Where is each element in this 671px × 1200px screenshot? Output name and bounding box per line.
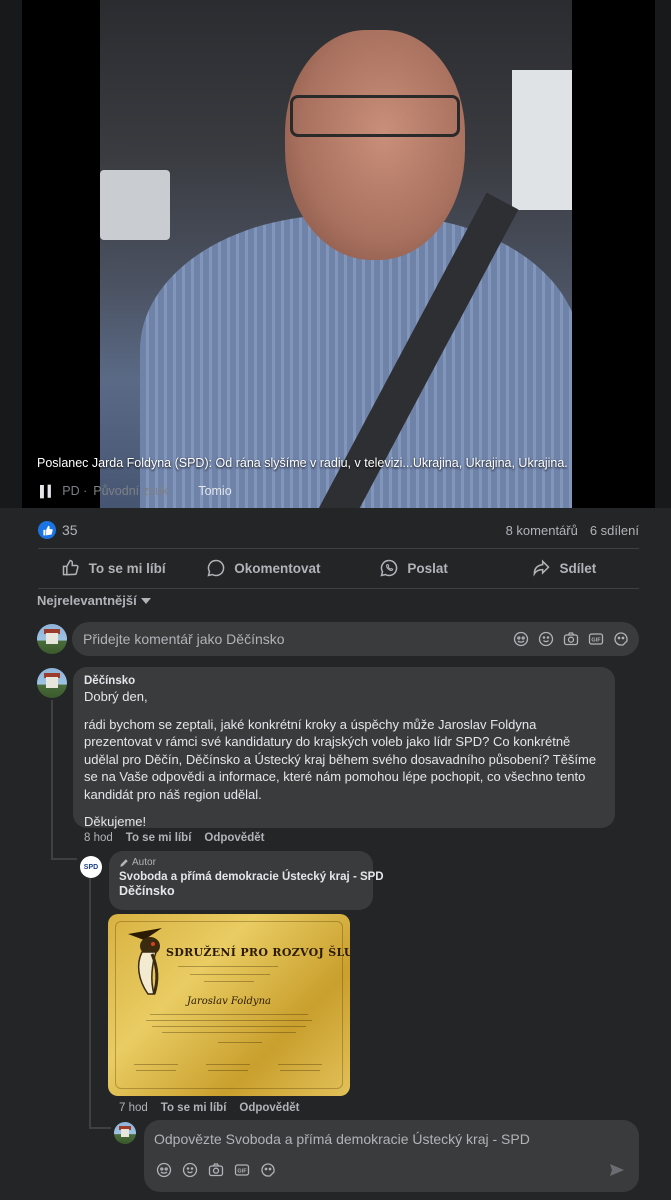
comment-meta: 8 hod To se mi líbí Odpovědět xyxy=(84,832,264,844)
share-button[interactable]: Sdílet xyxy=(489,558,639,578)
reply-meta: 7 hod To se mi líbí Odpovědět xyxy=(119,1102,299,1114)
reply-input-placeholder[interactable]: Odpovězte Svoboda a přímá demokracie Úst… xyxy=(154,1131,530,1147)
like-button[interactable]: To se mi líbí xyxy=(38,558,188,578)
comment-input-placeholder[interactable]: Přidejte komentář jako Děčínsko xyxy=(83,631,513,647)
share-button-label: Sdílet xyxy=(559,560,597,576)
send-button[interactable]: Poslat xyxy=(339,558,489,578)
video-frame-image xyxy=(100,0,572,508)
like-button-label: To se mi líbí xyxy=(88,560,166,576)
whatsapp-icon xyxy=(380,559,398,577)
reply-composer[interactable]: Odpovězte Svoboda a přímá demokracie Úst… xyxy=(144,1120,639,1192)
comment-button-label: Okomentovat xyxy=(234,560,321,576)
author-badge: Autor xyxy=(119,857,363,868)
video-letterbox-left xyxy=(22,0,102,508)
audio-label[interactable]: Původní zvuk xyxy=(93,484,168,498)
svg-text:GIF: GIF xyxy=(237,1168,247,1174)
post-stats: 35 8 komentářů 6 sdílení xyxy=(0,516,671,544)
audio-prefix: PD · xyxy=(62,484,88,498)
camera-icon[interactable] xyxy=(208,1162,224,1178)
comment-reply-link[interactable]: Odpovědět xyxy=(204,832,264,844)
like-reaction-icon[interactable] xyxy=(38,521,56,539)
gif-icon[interactable]: GIF xyxy=(588,631,604,647)
comment-time[interactable]: 8 hod xyxy=(84,832,113,844)
pencil-icon xyxy=(120,858,128,867)
spd-avatar-text: SPD xyxy=(83,863,99,871)
svg-text:GIF: GIF xyxy=(591,637,601,643)
reply-time[interactable]: 7 hod xyxy=(119,1102,148,1114)
reply-author[interactable]: Svoboda a přímá demokracie Ústecký kraj … xyxy=(119,871,384,883)
gif-icon[interactable]: GIF xyxy=(234,1162,250,1178)
avatar[interactable] xyxy=(37,668,67,698)
reply-tools: GIF xyxy=(156,1162,276,1178)
thread-line xyxy=(89,1127,111,1129)
avatar-sticker-icon[interactable] xyxy=(260,1162,276,1178)
thread-line xyxy=(89,878,91,1128)
comment-count[interactable]: 8 komentářů xyxy=(506,523,578,538)
camera-icon[interactable] xyxy=(563,631,579,647)
divider xyxy=(38,588,639,589)
like-count[interactable]: 35 xyxy=(62,522,78,538)
channel-name[interactable]: Tomio xyxy=(198,484,231,498)
reply-bubble: Autor Svoboda a přímá demokracie Ústecký… xyxy=(109,851,384,910)
comment-button[interactable]: Okomentovat xyxy=(188,558,338,578)
certificate-recipient: Jaroslav Foldyna xyxy=(187,996,271,1007)
share-icon xyxy=(534,559,551,577)
send-button-label: Poslat xyxy=(407,560,448,576)
thread-line xyxy=(51,700,53,860)
comment-text: rádi bychom se zeptali, jaké konkrétní k… xyxy=(84,716,597,802)
avatar[interactable] xyxy=(37,624,67,654)
reply-mention[interactable]: Děčínsko xyxy=(119,884,363,898)
video-caption: Poslanec Jarda Foldyna (SPD): Od rána sl… xyxy=(37,456,568,470)
sticker-icon[interactable] xyxy=(156,1162,172,1178)
reply-reply-link[interactable]: Odpovědět xyxy=(239,1102,299,1114)
emoji-icon[interactable] xyxy=(538,631,554,647)
woodpecker-logo xyxy=(128,928,162,995)
audio-icon: ▌▍ xyxy=(40,485,57,498)
chevron-down-icon xyxy=(140,597,151,604)
reply-like-link[interactable]: To se mi líbí xyxy=(161,1102,227,1114)
certificate-title: SDRUŽENÍ PRO ROZVOJ ŠLUKNOVSKA xyxy=(166,946,350,959)
comment-composer[interactable]: Přidejte komentář jako Děčínsko GIF xyxy=(72,622,639,656)
author-badge-label: Autor xyxy=(132,857,156,868)
comment-icon xyxy=(207,559,225,577)
video-audio-row[interactable]: ▌▍ PD · Původní zvuk Tomio xyxy=(40,484,232,498)
like-icon xyxy=(62,559,79,576)
avatar[interactable] xyxy=(114,1122,136,1144)
composer-tools: GIF xyxy=(513,631,629,647)
video-letterbox-right xyxy=(572,0,655,508)
spd-avatar[interactable]: SPD xyxy=(80,856,102,878)
comment-sort-dropdown[interactable]: Nejrelevantnější xyxy=(37,593,151,608)
comment-bubble: Děčínsko Dobrý den, rádi bychom se zepta… xyxy=(73,667,615,829)
sort-label: Nejrelevantnější xyxy=(37,593,137,608)
share-count[interactable]: 6 sdílení xyxy=(590,523,639,538)
comment-like-link[interactable]: To se mi líbí xyxy=(126,832,192,844)
comment-closing: Děkujeme! xyxy=(84,814,147,829)
avatar-sticker-icon[interactable] xyxy=(613,631,629,647)
divider xyxy=(38,548,639,549)
comment-greeting: Dobrý den, xyxy=(84,689,148,704)
attached-image[interactable]: SDRUŽENÍ PRO ROZVOJ ŠLUKNOVSKA Jaroslav … xyxy=(108,914,350,1096)
comment-author[interactable]: Děčínsko xyxy=(84,675,604,687)
send-icon[interactable] xyxy=(609,1162,625,1178)
sticker-icon[interactable] xyxy=(513,631,529,647)
thread-line xyxy=(51,858,77,860)
emoji-icon[interactable] xyxy=(182,1162,198,1178)
post-actions: To se mi líbí Okomentovat Poslat Sdílet xyxy=(38,550,639,586)
video-player[interactable]: Poslanec Jarda Foldyna (SPD): Od rána sl… xyxy=(0,0,671,508)
